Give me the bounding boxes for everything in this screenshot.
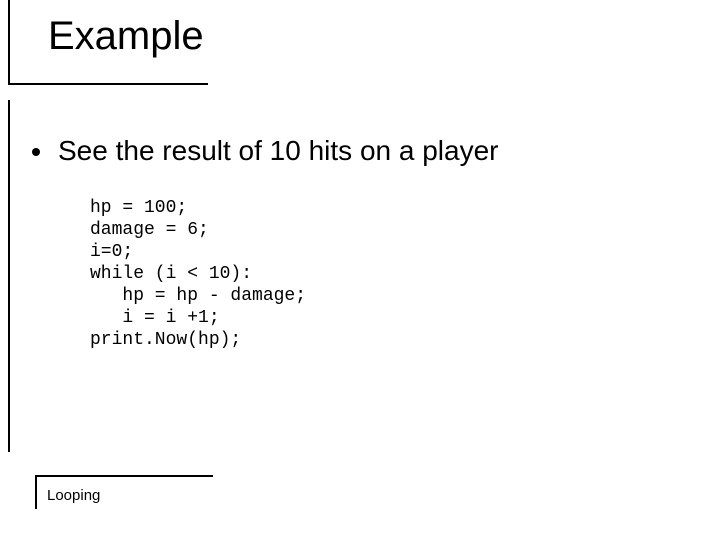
bullet-dot-icon <box>32 148 40 156</box>
code-block: hp = 100; damage = 6; i=0; while (i < 10… <box>90 197 306 351</box>
title-rule-vertical <box>8 0 10 85</box>
footer-rule-horizontal <box>35 475 213 477</box>
bullet-item: See the result of 10 hits on a player <box>32 135 499 167</box>
bullet-text: See the result of 10 hits on a player <box>58 135 499 167</box>
footer-label: Looping <box>47 487 100 504</box>
footer-rule-vertical <box>35 475 37 509</box>
body-rule-vertical <box>8 100 10 452</box>
slide: Example See the result of 10 hits on a p… <box>0 0 720 540</box>
title-rule-horizontal <box>8 83 208 85</box>
slide-title: Example <box>48 14 204 59</box>
